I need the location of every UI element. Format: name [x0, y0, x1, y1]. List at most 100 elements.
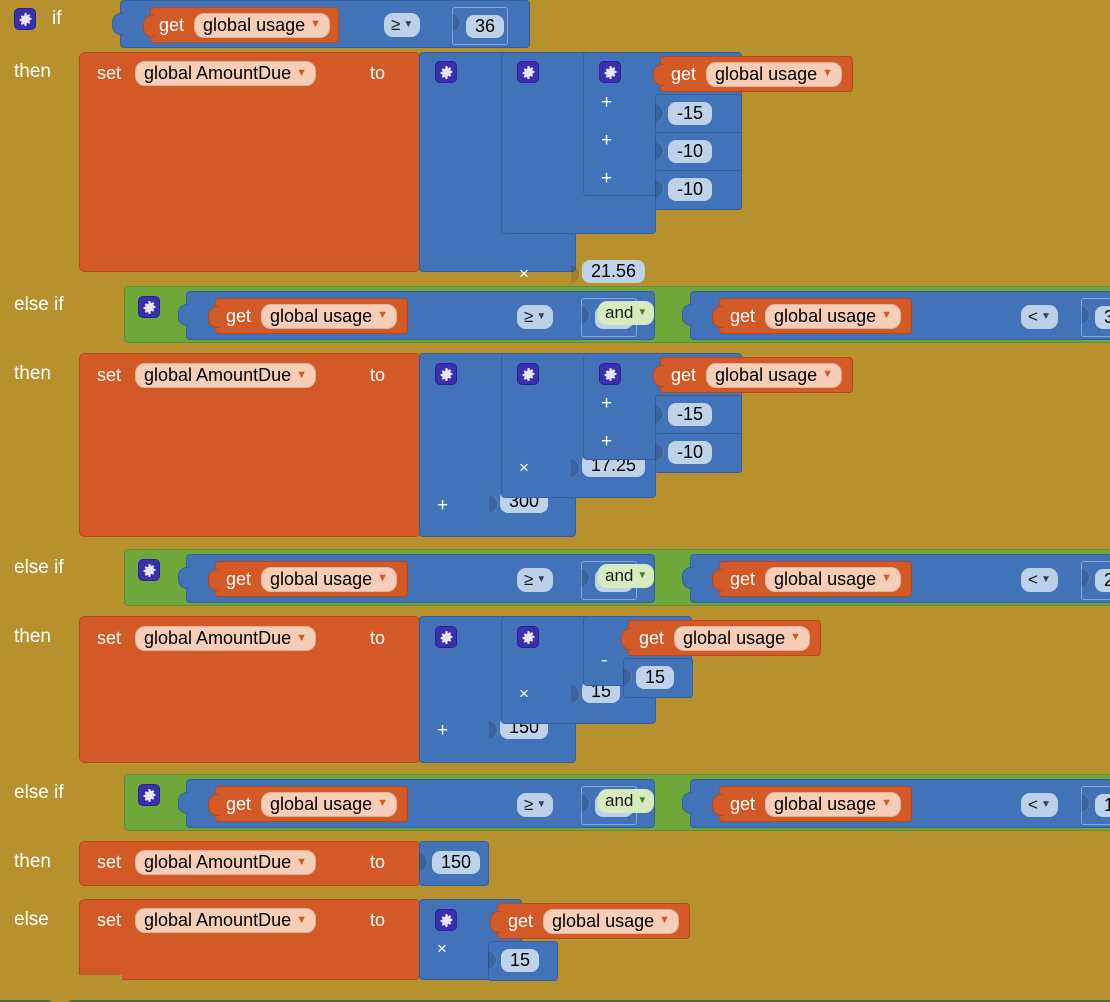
- number-block-15-else[interactable]: 15: [488, 941, 558, 981]
- logic-and-block-2[interactable]: get global usage ▼ ≥ ▼ 26 and ▼: [124, 286, 1110, 343]
- get-variable-block-body-3[interactable]: get global usage ▼: [621, 620, 822, 656]
- left-plug-3a: [178, 567, 189, 589]
- comparison-block-3a[interactable]: get global usage ▼ ≥ ▼ 16: [178, 554, 655, 603]
- chevron-down-icon-op-3b: ▼: [1040, 573, 1051, 585]
- number-block-150-then4[interactable]: 150: [419, 841, 489, 886]
- operator-dropdown-4a[interactable]: ≥ ▼: [517, 793, 554, 817]
- number-field-n15-1[interactable]: -15: [668, 102, 713, 125]
- comparison-block-1[interactable]: get global usage ▼ ≥ ▼ 36: [112, 0, 530, 48]
- set-variable-dropdown-1[interactable]: global AmountDue ▼: [135, 61, 316, 86]
- operator-dropdown-3a[interactable]: ≥ ▼: [517, 568, 554, 592]
- plus-symbol-outer-3: +: [437, 720, 449, 741]
- get-variable-block-1[interactable]: get global usage ▼: [143, 7, 340, 43]
- mutator-gear-icon-add-outer-3[interactable]: [435, 626, 457, 648]
- variable-dropdown-body-2[interactable]: global usage ▼: [706, 362, 843, 388]
- mutator-gear-icon-if[interactable]: [14, 8, 36, 30]
- variable-dropdown-4b[interactable]: global usage ▼: [765, 791, 902, 817]
- number-block-n10-1a[interactable]: -10: [655, 132, 742, 172]
- mutator-gear-icon-add-outer-1[interactable]: [435, 61, 457, 83]
- comparison-block-4a[interactable]: get global usage ▼ ≥ ▼ 10: [178, 779, 655, 828]
- get-left-plug-2b: [712, 306, 723, 328]
- get-variable-block-2a[interactable]: get global usage ▼: [208, 298, 409, 334]
- logic-and-block-4[interactable]: get global usage ▼ ≥ ▼ 10 and ▼: [124, 774, 1110, 831]
- get-variable-block-body-1[interactable]: get global usage ▼: [653, 56, 854, 92]
- logic-and-block-3[interactable]: get global usage ▼ ≥ ▼ 16 and ▼: [124, 549, 1110, 606]
- set-variable-block-3[interactable]: set global AmountDue ▼ to: [79, 616, 421, 763]
- mutator-gear-icon-multiply-5[interactable]: [435, 909, 457, 931]
- mutator-gear-icon-add-inner-2[interactable]: [599, 363, 621, 385]
- operator-dropdown-4b[interactable]: < ▼: [1021, 793, 1058, 817]
- set-variable-block-1[interactable]: set global AmountDue ▼ to: [79, 52, 421, 272]
- set-variable-dropdown-3[interactable]: global AmountDue ▼: [135, 626, 316, 651]
- if-then-else-control-block[interactable]: if get global usage ▼ ≥ ▼ 36 then set gl…: [0, 0, 1110, 1002]
- mutator-gear-icon-add-outer-2[interactable]: [435, 363, 457, 385]
- get-variable-block-3b[interactable]: get global usage ▼: [712, 561, 913, 597]
- get-left-plug-body-5: [490, 911, 501, 933]
- get-variable-block-body-2[interactable]: get global usage ▼: [653, 357, 854, 393]
- mutator-gear-icon-multiply-2[interactable]: [517, 363, 539, 385]
- comparison-block-3b[interactable]: get global usage ▼ < ▼ 26: [682, 554, 1110, 603]
- number-block-21-56[interactable]: 21.56: [571, 260, 646, 283]
- get-variable-block-4a[interactable]: get global usage ▼: [208, 786, 409, 822]
- number-field-4b[interactable]: 16: [1095, 794, 1110, 817]
- number-block-n10-1b[interactable]: -10: [655, 170, 742, 210]
- set-variable-dropdown-2[interactable]: global AmountDue ▼: [135, 363, 316, 388]
- number-field-n15-2[interactable]: -15: [668, 403, 713, 426]
- mutator-gear-icon-and-2[interactable]: [138, 296, 160, 318]
- operator-dropdown-2b[interactable]: < ▼: [1021, 305, 1058, 329]
- variable-dropdown-2b[interactable]: global usage ▼: [765, 303, 902, 329]
- chevron-down-icon-set-5: ▼: [296, 913, 307, 926]
- operator-dropdown-2a[interactable]: ≥ ▼: [517, 305, 554, 329]
- number-field-n10-1a[interactable]: -10: [668, 140, 713, 163]
- number-field-n10-1b[interactable]: -10: [668, 178, 713, 201]
- get-variable-block-body-5[interactable]: get global usage ▼: [490, 903, 691, 939]
- set-variable-block-4[interactable]: set global AmountDue ▼ to: [79, 841, 421, 886]
- mutator-gear-icon-multiply-1[interactable]: [517, 61, 539, 83]
- mutator-gear-icon-and-4[interactable]: [138, 784, 160, 806]
- comparison-block-2a[interactable]: get global usage ▼ ≥ ▼ 26: [178, 291, 655, 340]
- number-block-15-sub3[interactable]: 15: [623, 658, 693, 698]
- get-left-plug-body-1: [653, 64, 664, 86]
- number-field-1[interactable]: 36: [466, 14, 505, 38]
- mutator-gear-icon-and-3[interactable]: [138, 559, 160, 581]
- variable-dropdown-body-1[interactable]: global usage ▼: [706, 61, 843, 87]
- and-dropdown-2[interactable]: and ▼: [598, 301, 655, 325]
- mutator-gear-icon-multiply-3[interactable]: [517, 626, 539, 648]
- number-block-n15-2[interactable]: -15: [655, 395, 742, 435]
- set-variable-dropdown-4[interactable]: global AmountDue ▼: [135, 850, 316, 875]
- number-block-2b[interactable]: 36: [1081, 298, 1110, 337]
- number-block-n10-2[interactable]: -10: [655, 433, 742, 473]
- mutator-gear-icon-add-inner-1[interactable]: [599, 61, 621, 83]
- get-variable-block-4b[interactable]: get global usage ▼: [712, 786, 913, 822]
- variable-dropdown-3a[interactable]: global usage ▼: [261, 566, 398, 592]
- number-field-15-else[interactable]: 15: [501, 949, 540, 972]
- set-variable-block-2[interactable]: set global AmountDue ▼ to: [79, 353, 421, 537]
- number-field-21-56[interactable]: 21.56: [582, 260, 646, 283]
- variable-dropdown-3b[interactable]: global usage ▼: [765, 566, 902, 592]
- and-dropdown-3[interactable]: and ▼: [598, 564, 655, 588]
- variable-dropdown-body-3[interactable]: global usage ▼: [674, 625, 811, 651]
- variable-dropdown-2a[interactable]: global usage ▼: [261, 303, 398, 329]
- get-variable-block-3a[interactable]: get global usage ▼: [208, 561, 409, 597]
- number-field-15-sub3[interactable]: 15: [636, 666, 675, 689]
- variable-dropdown-4a[interactable]: global usage ▼: [261, 791, 398, 817]
- comparison-block-2b[interactable]: get global usage ▼ < ▼ 36: [682, 291, 1110, 340]
- number-field-3b[interactable]: 26: [1095, 569, 1110, 592]
- get-variable-block-2b[interactable]: get global usage ▼: [712, 298, 913, 334]
- plus-symbol-inner-1b: +: [601, 130, 613, 151]
- operator-dropdown-3b[interactable]: < ▼: [1021, 568, 1058, 592]
- number-field-150-then4[interactable]: 150: [432, 851, 481, 874]
- variable-dropdown-body-5[interactable]: global usage ▼: [543, 908, 680, 934]
- number-block-1[interactable]: 36: [452, 7, 509, 45]
- number-field-2b[interactable]: 36: [1095, 306, 1110, 329]
- operator-dropdown-1[interactable]: ≥ ▼: [384, 13, 421, 37]
- variable-dropdown-1[interactable]: global usage ▼: [194, 12, 331, 38]
- number-block-3b[interactable]: 26: [1081, 561, 1110, 600]
- and-dropdown-4[interactable]: and ▼: [598, 789, 655, 813]
- number-block-4b[interactable]: 16: [1081, 786, 1110, 825]
- set-variable-block-5[interactable]: set global AmountDue ▼ to: [79, 899, 421, 980]
- comparison-block-4b[interactable]: get global usage ▼ < ▼ 16: [682, 779, 1110, 828]
- set-variable-dropdown-5[interactable]: global AmountDue ▼: [135, 908, 316, 933]
- number-block-n15-1[interactable]: -15: [655, 94, 742, 134]
- number-field-n10-2[interactable]: -10: [668, 441, 713, 464]
